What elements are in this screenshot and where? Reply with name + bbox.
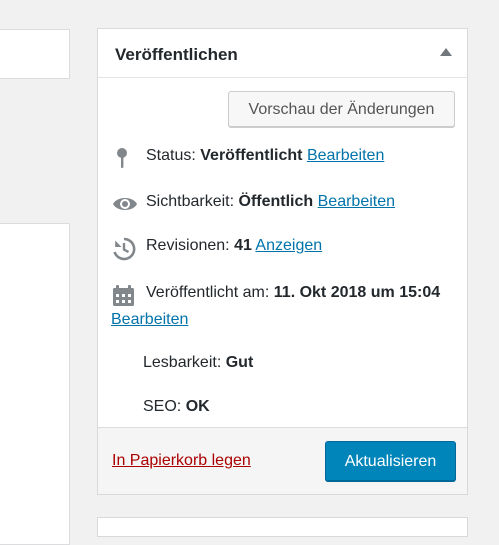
- publish-actions: In Papierkorb legen Aktualisieren: [98, 427, 467, 494]
- readability-value: Gut: [225, 354, 254, 371]
- readability-row: Lesbarkeit: Gut: [143, 354, 253, 372]
- seo-value: OK: [185, 398, 210, 415]
- status-edit-link[interactable]: Bearbeiten: [307, 147, 384, 164]
- triangle-up-icon[interactable]: [440, 48, 452, 56]
- visibility-label: Sichtbarkeit:: [146, 193, 235, 210]
- eye-icon: [112, 193, 138, 220]
- publish-box-title: Veröffentlichen: [115, 45, 238, 64]
- status-label: Status:: [146, 147, 196, 164]
- published-label: Veröffentlicht am:: [146, 284, 270, 301]
- revisions-label: Revisionen:: [146, 237, 230, 254]
- editor-title-box[interactable]: [0, 29, 70, 79]
- published-date: 11. Okt 2018 um 15:04: [273, 284, 441, 301]
- publish-box: Veröffentlichen Vorschau der Änderungen …: [97, 28, 468, 495]
- calendar-icon: [112, 284, 136, 313]
- revisions-show-link[interactable]: Anzeigen: [255, 237, 322, 254]
- published-edit-link[interactable]: Bearbeiten: [111, 311, 188, 329]
- readability-label: Lesbarkeit:: [143, 354, 222, 371]
- visibility-value: Öffentlich: [238, 193, 314, 210]
- pin-icon: [112, 147, 134, 176]
- status-value: Veröffentlicht: [200, 147, 303, 164]
- seo-label: SEO:: [143, 398, 182, 415]
- history-icon: [112, 237, 136, 266]
- seo-row: SEO: OK: [143, 398, 210, 416]
- update-button[interactable]: Aktualisieren: [325, 441, 456, 481]
- editor-content-box[interactable]: [0, 223, 70, 545]
- preview-changes-button[interactable]: Vorschau der Änderungen: [228, 91, 455, 127]
- move-to-trash-link[interactable]: In Papierkorb legen: [112, 452, 251, 470]
- revisions-count: 41: [234, 237, 252, 254]
- visibility-edit-link[interactable]: Bearbeiten: [318, 193, 395, 210]
- next-metabox: [97, 517, 468, 537]
- publish-box-header[interactable]: Veröffentlichen: [98, 29, 467, 78]
